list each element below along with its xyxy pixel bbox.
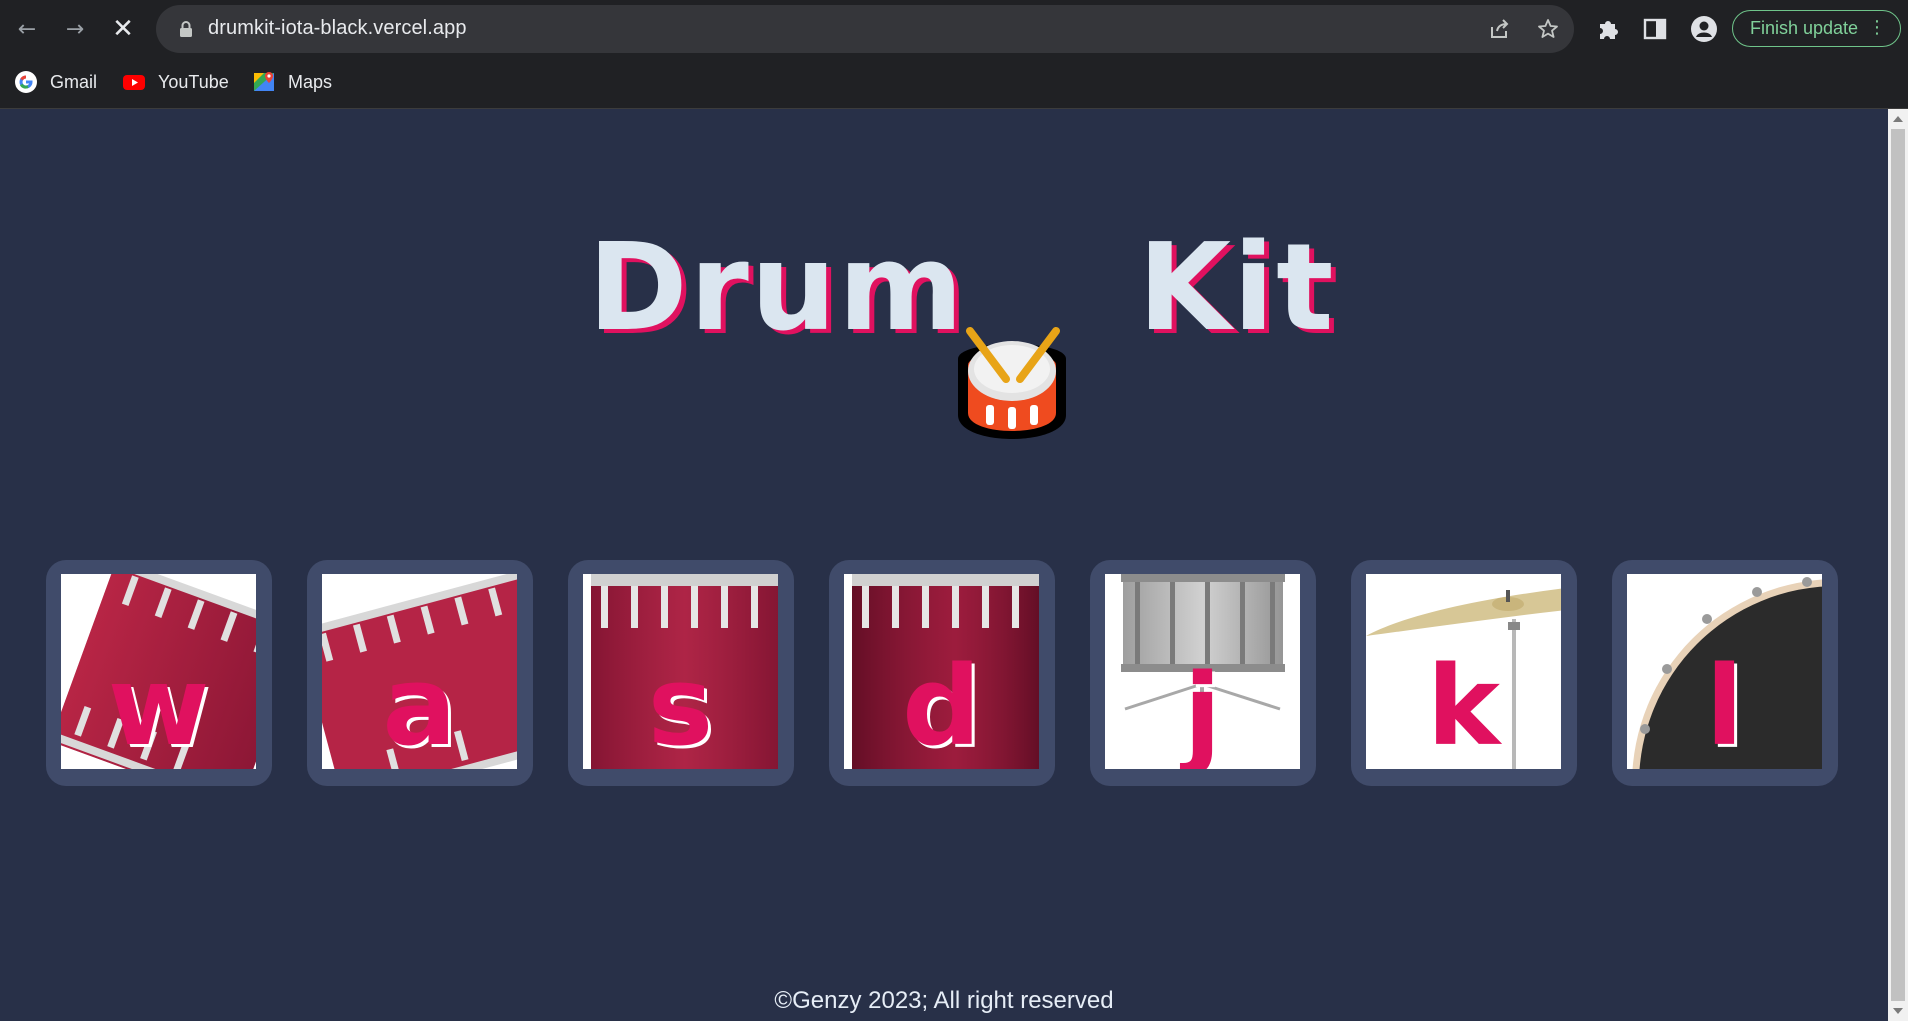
key-letter: k — [1426, 642, 1501, 769]
page-title: Drum Kit — [0, 219, 1888, 439]
title-drum: Drum — [588, 219, 966, 358]
drum-icon — [958, 327, 1066, 439]
crash-cymbal-image: k — [1366, 574, 1561, 769]
key-letter: j — [1183, 650, 1222, 769]
maps-icon — [254, 72, 274, 91]
more-menu-icon: ⋮ — [1868, 17, 1886, 38]
forward-button[interactable]: → — [58, 12, 92, 46]
finish-update-button[interactable]: Finish update ⋮ — [1732, 10, 1901, 47]
drum-key-a[interactable]: a — [307, 560, 533, 786]
key-letter: s — [647, 642, 714, 769]
key-letter: d — [902, 642, 981, 769]
url-text: drumkit-iota-black.vercel.app — [208, 17, 467, 39]
share-icon[interactable] — [1488, 17, 1512, 41]
key-letter: l — [1705, 642, 1744, 769]
drum-key-l[interactable]: l — [1612, 560, 1838, 786]
drum-key-w[interactable]: w — [46, 560, 272, 786]
bookmark-star-icon[interactable] — [1536, 17, 1560, 41]
google-icon — [15, 71, 37, 93]
scroll-down-arrow-icon[interactable] — [1893, 1008, 1903, 1014]
drum-key-j[interactable]: j — [1090, 560, 1316, 786]
title-kit: Kit — [1138, 219, 1336, 358]
extensions-icon[interactable] — [1594, 15, 1622, 43]
page-content: Drum Kit w a s d j k l ©Genzy 2023; All … — [0, 109, 1888, 1021]
tom-drum-image: a — [322, 574, 517, 769]
bookmark-label: Gmail — [50, 71, 98, 92]
browser-toolbar: ← → ✕ drumkit-iota-black.vercel.app Fini… — [0, 0, 1908, 57]
stop-loading-button[interactable]: ✕ — [106, 12, 140, 46]
snare-drum-image: j — [1105, 574, 1300, 769]
drum-key-s[interactable]: s — [568, 560, 794, 786]
drum-key-d[interactable]: d — [829, 560, 1055, 786]
bookmark-gmail[interactable]: Gmail — [14, 68, 97, 96]
drum-keys: w a s d j k l — [0, 560, 1888, 790]
tom-drum-image: s — [583, 574, 778, 769]
lock-icon — [180, 21, 192, 37]
vertical-scrollbar[interactable] — [1888, 109, 1908, 1021]
key-letter: a — [382, 642, 457, 769]
footer-copyright: ©Genzy 2023; All right reserved — [774, 987, 1114, 1014]
bookmark-maps[interactable]: Maps — [252, 68, 332, 96]
kick-drum-image: l — [1627, 574, 1822, 769]
scroll-up-arrow-icon[interactable] — [1893, 116, 1903, 122]
profile-avatar-icon[interactable] — [1690, 15, 1718, 43]
bookmarks-bar: Gmail YouTube Maps — [0, 57, 1908, 109]
tom-drum-image: d — [844, 574, 1039, 769]
bookmark-youtube[interactable]: YouTube — [122, 68, 229, 96]
bookmark-label: YouTube — [158, 71, 229, 92]
scrollbar-thumb[interactable] — [1891, 129, 1905, 1001]
back-button[interactable]: ← — [10, 12, 44, 46]
drum-key-k[interactable]: k — [1351, 560, 1577, 786]
side-panel-icon[interactable] — [1641, 15, 1669, 43]
finish-update-label: Finish update — [1750, 18, 1859, 38]
youtube-icon — [123, 75, 145, 90]
address-bar[interactable]: drumkit-iota-black.vercel.app — [156, 5, 1574, 53]
key-letter: w — [107, 642, 210, 769]
tom-drum-image: w — [61, 574, 256, 769]
bookmark-label: Maps — [288, 71, 333, 92]
